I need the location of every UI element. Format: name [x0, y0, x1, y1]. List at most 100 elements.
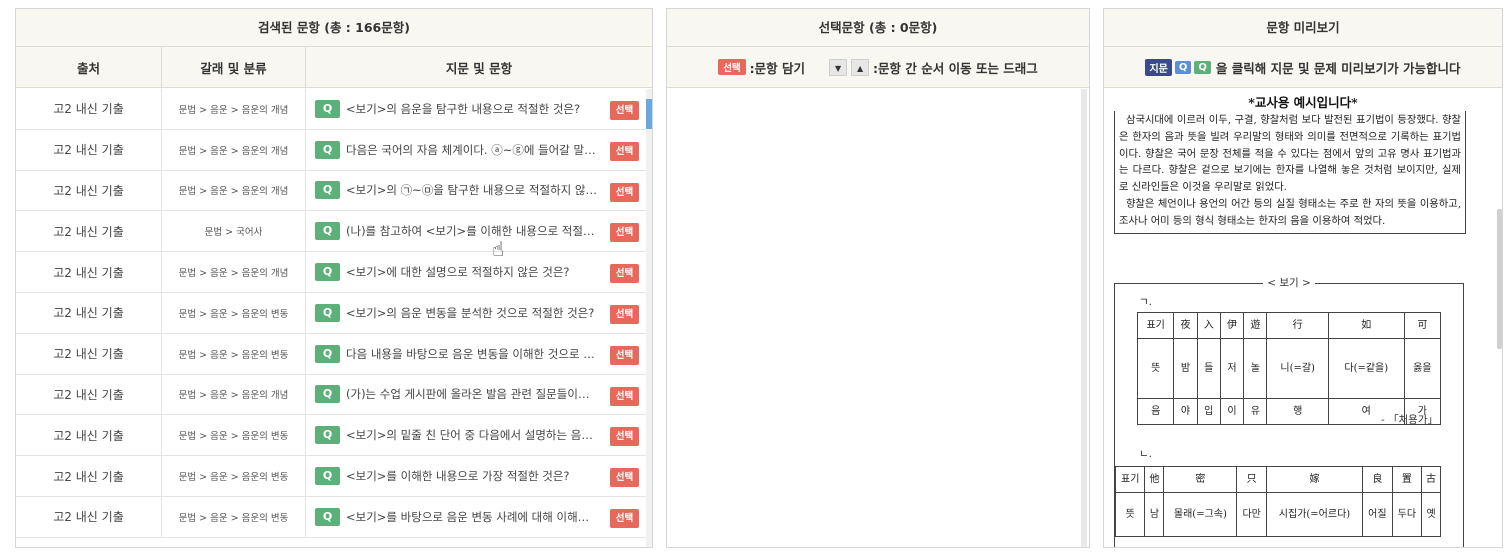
selected-questions-list[interactable] [667, 89, 1089, 547]
question-preview-button[interactable]: Q [315, 507, 340, 526]
question-preview-button[interactable]: Q [315, 303, 340, 322]
select-badge: 선택 [718, 59, 746, 75]
question-preview-button[interactable]: Q [315, 385, 340, 404]
question-preview-button[interactable]: Q [315, 140, 340, 159]
bogi-table-b: 표기 他密只嫁良置古 뜻 남 몰래(=그속) 다만 시집가(=어르다) 어질 두다 옛 [1114, 466, 1441, 537]
bogi-table-cell: 只 [1236, 466, 1267, 493]
question-preview-button[interactable]: Q [315, 263, 340, 282]
select-button[interactable]: 선택 [610, 101, 639, 120]
select-button[interactable]: 선택 [610, 427, 639, 447]
bogi-table-cell: 古 [1421, 466, 1441, 493]
selected-questions-title: 선택문항 (총 : 0문항) [667, 9, 1089, 47]
row-question-cell: Q <보기>의 음운을 탐구한 내용으로 적절한 것은? 선택 [306, 89, 648, 129]
select-button[interactable]: 선택 [610, 508, 639, 528]
bogi-table-cell: 음 [1136, 398, 1175, 425]
question-preview-button[interactable]: Q [315, 181, 340, 200]
select-button[interactable]: 선택 [610, 386, 639, 406]
table-row[interactable]: 고2 내신 기출 문법 > 음운 > 음운의 개념 Q (가)는 수업 게시판에 올라… [16, 374, 648, 416]
row-category: 문법 > 음운 > 음운의 변동 [162, 456, 306, 496]
arrow-up-icon: ▲ [851, 58, 870, 76]
results-scrollbar[interactable] [646, 89, 652, 547]
select-button[interactable]: 선택 [610, 141, 639, 161]
arrow-down-icon: ▼ [829, 58, 848, 76]
preview-content: *교사용 예시입니다* 삼국시대에 이르러 이두, 구결, 향찰처럼 보다 발전… [1104, 89, 1502, 547]
bogi-table-row: 표기 夜入伊遊行如可 [1136, 312, 1442, 339]
question-tag-blue: Q [1174, 60, 1192, 74]
row-question-text[interactable]: <보기>를 이해한 내용으로 가장 적절한 것은? [346, 468, 598, 484]
select-button[interactable]: 선택 [610, 223, 639, 243]
question-preview-button[interactable]: Q [315, 426, 340, 445]
row-source: 고2 내신 기출 [16, 89, 162, 129]
bogi-table-a: 표기 夜入伊遊行如可 뜻 밤 들 저 놀 니(=갈) 다(=같을) 옳을 음 야 입 이 유 행 여 가 [1136, 312, 1442, 425]
bogi-table-cell: 어질 [1362, 492, 1393, 537]
preview-scrollbar[interactable] [1497, 209, 1502, 349]
row-category: 문법 > 음운 > 음운의 변동 [162, 415, 306, 456]
question-preview-button[interactable]: Q [315, 99, 340, 118]
bogi-table-cell: 다(=같을) [1327, 338, 1405, 399]
row-question-text[interactable]: <보기>의 ㉠~㉤을 탐구한 내용으로 적절하지 않은 것은? [346, 182, 598, 198]
table-row[interactable]: 고2 내신 기출 문법 > 음운 > 음운의 개념 Q <보기>의 ㉠~㉤을 탐구한 … [16, 170, 648, 212]
bogi-table-cell: 니(=갈) [1266, 338, 1329, 399]
table-row[interactable]: 고2 내신 기출 문법 > 음운 > 음운의 변동 Q <보기>의 음운 변동을 분석… [16, 292, 648, 334]
row-source: 고2 내신 기출 [16, 333, 162, 374]
table-row[interactable]: 고2 내신 기출 문법 > 음운 > 음운의 변동 Q <보기>를 이해한 내용으로 … [16, 456, 648, 497]
selected-list-scrollbar[interactable] [1081, 89, 1087, 547]
row-question-text[interactable]: <보기>의 음운 변동을 분석한 것으로 적절한 것은? [346, 305, 598, 321]
row-source: 고2 내신 기출 [16, 292, 162, 333]
row-category: 문법 > 국어사 [162, 211, 306, 252]
row-source: 고2 내신 기출 [16, 170, 162, 211]
row-question-cell: Q <보기>를 바탕으로 음운 변동 사례에 대해 이해한 내용으로 적절한 것은… [306, 497, 648, 537]
bogi-table-cell: 如 [1327, 312, 1405, 339]
row-category: 문법 > 음운 > 음운의 개념 [162, 374, 306, 415]
bogi-table-row: 뜻 남 몰래(=그속) 다만 시집가(=어르다) 어질 두다 옛 [1114, 492, 1441, 537]
results-table-body: 고2 내신 기출 문법 > 음운 > 음운의 개념 Q <보기>의 음운을 탐구한 내… [16, 89, 648, 547]
select-button[interactable]: 선택 [610, 182, 639, 202]
bogi-table-cell: 옛 [1421, 492, 1441, 537]
bogi-table-cell: 남 [1144, 492, 1165, 537]
select-button[interactable]: 선택 [610, 304, 639, 324]
question-preview-button[interactable]: Q [315, 222, 340, 241]
preview-hint-text: 을 클릭해 지문 및 문제 미리보기가 가능합니다 [1215, 60, 1461, 76]
row-question-cell: Q <보기>의 밑줄 친 단어 중 다음에서 설명하는 음운 변동이 일어나는 것… [306, 415, 648, 455]
row-category: 문법 > 음운 > 음운의 개념 [162, 89, 306, 129]
question-preview-button[interactable]: Q [315, 467, 340, 486]
row-source: 고2 내신 기출 [16, 252, 162, 292]
bogi-table-cell: 뜻 [1136, 338, 1175, 399]
row-question-text[interactable]: (가)는 수업 게시판에 올라온 발음 관련 질문들이다. 이에 대한 답변으로… [346, 386, 598, 402]
row-source: 고2 내신 기출 [16, 211, 162, 252]
table-row[interactable]: 고2 내신 기출 문법 > 음운 > 음운의 변동 Q <보기>의 밑줄 친 단어 중… [16, 415, 648, 457]
bogi-title: < 보기 > [1263, 277, 1315, 289]
bogi-label-a: ㄱ. [1139, 296, 1152, 308]
table-row[interactable]: 고2 내신 기출 문법 > 국어사 Q (나)를 참고하여 <보기>를 이해한 내용으… [16, 211, 648, 253]
select-button[interactable]: 선택 [610, 264, 639, 284]
select-button[interactable]: 선택 [610, 345, 639, 365]
table-row[interactable]: 고2 내신 기출 문법 > 음운 > 음운의 변동 Q <보기>를 바탕으로 음운 변… [16, 496, 648, 538]
bogi-table-cell: 시집가(=어르다) [1265, 492, 1364, 537]
select-button[interactable]: 선택 [610, 468, 639, 488]
bogi-box: < 보기 > ㄱ. 표기 夜入伊遊行如可 뜻 밤 들 저 놀 니(=갈) 다(=같을) 옳을 음 야 입… [1114, 277, 1464, 547]
results-scrollbar-thumb[interactable] [646, 99, 652, 129]
row-question-cell: Q (가)는 수업 게시판에 올라온 발음 관련 질문들이다. 이에 대한 답변으… [306, 375, 648, 415]
table-row[interactable]: 고2 내신 기출 문법 > 음운 > 음운의 개념 Q <보기>의 음운을 탐구한 내… [16, 89, 648, 130]
column-header-source: 출처 [16, 47, 162, 87]
table-row[interactable]: 고2 내신 기출 문법 > 음운 > 음운의 개념 Q <보기>에 대한 설명으로 적… [16, 252, 648, 293]
row-question-text[interactable]: <보기>의 밑줄 친 단어 중 다음에서 설명하는 음운 변동이 일어나는 것은… [346, 427, 598, 443]
column-header-category: 갈래 및 분류 [162, 47, 306, 87]
row-question-text[interactable]: <보기>를 바탕으로 음운 변동 사례에 대해 이해한 내용으로 적절한 것은? [346, 509, 598, 525]
hint-order-text: :문항 간 순서 이동 또는 드래그 [873, 60, 1038, 76]
table-row[interactable]: 고2 내신 기출 문법 > 음운 > 음운의 변동 Q 다음 내용을 바탕으로 음운 … [16, 333, 648, 375]
bogi-table-cell: 密 [1163, 466, 1238, 493]
row-question-text[interactable]: (나)를 참고하여 <보기>를 이해한 내용으로 적절한 것은? [346, 223, 598, 239]
row-question-text[interactable]: 다음은 국어의 자음 체계이다. ⓐ~ⓖ에 들어갈 말로 적절한 것은? [346, 142, 598, 158]
bogi-table-cell: 표기 [1114, 466, 1146, 493]
bogi-table-cell: 他 [1144, 466, 1165, 493]
row-question-text[interactable]: <보기>에 대한 설명으로 적절하지 않은 것은? [346, 264, 598, 280]
question-preview-button[interactable]: Q [315, 344, 340, 363]
preview-title: 문항 미리보기 [1104, 9, 1502, 47]
table-row[interactable]: 고2 내신 기출 문법 > 음운 > 음운의 개념 Q 다음은 국어의 자음 체계이다… [16, 129, 648, 171]
bogi-table-cell: 표기 [1136, 312, 1175, 339]
row-question-cell: Q <보기>에 대한 설명으로 적절하지 않은 것은? 선택 [306, 252, 648, 292]
row-question-text[interactable]: <보기>의 음운을 탐구한 내용으로 적절한 것은? [346, 101, 598, 117]
row-question-cell: Q 다음은 국어의 자음 체계이다. ⓐ~ⓖ에 들어갈 말로 적절한 것은? 선택 [306, 130, 648, 170]
row-question-text[interactable]: 다음 내용을 바탕으로 음운 변동을 이해한 것으로 적절한 것은? [346, 346, 598, 362]
